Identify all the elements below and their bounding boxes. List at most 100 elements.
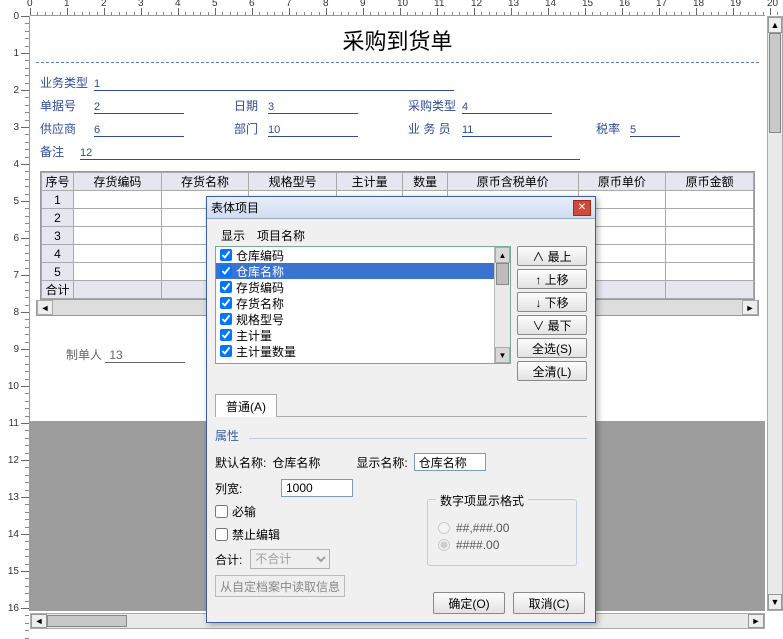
move-up-button[interactable]: ↑ 上移	[517, 269, 587, 289]
item-checkbox[interactable]	[220, 265, 232, 277]
grid-cell[interactable]	[666, 245, 754, 263]
scroll-thumb-v[interactable]	[769, 33, 781, 133]
radio-format-1	[438, 522, 450, 534]
label-biz-type: 业务类型	[40, 74, 94, 91]
grid-cell[interactable]	[74, 209, 162, 227]
field-supplier[interactable]: 6	[94, 124, 184, 137]
close-icon[interactable]: ✕	[573, 200, 591, 216]
item-checkbox[interactable]	[220, 297, 232, 309]
scroll-right-icon[interactable]: ►	[742, 300, 758, 315]
dialog-titlebar[interactable]: 表体项目 ✕	[207, 197, 595, 219]
label-format-1: ##,###.00	[456, 521, 509, 535]
grid-row-header[interactable]: 3	[42, 227, 74, 245]
move-top-button[interactable]: ∧ 最上	[517, 246, 587, 266]
field-remark[interactable]: 12	[80, 147, 580, 160]
item-checkbox[interactable]	[220, 281, 232, 293]
grid-row-header[interactable]: 5	[42, 263, 74, 281]
grid-col-header[interactable]: 原币含税单价	[447, 173, 578, 191]
grid-col-header[interactable]: 规格型号	[249, 173, 337, 191]
columns-listbox[interactable]: 仓库编码仓库名称存货编码存货名称规格型号主计量主计量数量 ▲ ▼	[215, 246, 511, 364]
grid-cell[interactable]	[666, 227, 754, 245]
item-label: 规格型号	[236, 311, 284, 328]
number-format-group: 数字项显示格式 ##,###.00 ####.00	[427, 499, 577, 566]
grid-col-header[interactable]: 序号	[42, 173, 74, 191]
grid-cell[interactable]	[74, 191, 162, 209]
scroll-thumb[interactable]	[496, 263, 509, 285]
grid-cell[interactable]	[666, 209, 754, 227]
checkbox-required[interactable]	[215, 505, 228, 518]
item-label: 仓库编码	[236, 247, 284, 264]
list-item[interactable]: 规格型号	[216, 311, 510, 327]
list-item[interactable]: 主计量	[216, 327, 510, 343]
field-biz-type[interactable]: 1	[94, 78, 454, 91]
checkbox-readonly[interactable]	[215, 528, 228, 541]
move-down-button[interactable]: ↓ 下移	[517, 292, 587, 312]
move-bottom-button[interactable]: ∨ 最下	[517, 315, 587, 335]
item-checkbox[interactable]	[220, 313, 232, 325]
listbox-scrollbar[interactable]: ▲ ▼	[494, 247, 510, 363]
scroll-down-icon[interactable]: ▼	[768, 594, 782, 610]
field-doc-no[interactable]: 2	[94, 101, 184, 114]
item-label: 存货名称	[236, 295, 284, 312]
grid-col-header[interactable]: 数量	[403, 173, 448, 191]
input-width[interactable]	[281, 479, 353, 497]
scroll-left-icon[interactable]: ◄	[37, 300, 53, 315]
input-display-name[interactable]	[414, 453, 486, 471]
field-clerk[interactable]: 11	[462, 124, 552, 137]
grid-cell[interactable]	[666, 191, 754, 209]
label-required: 必输	[232, 503, 256, 520]
grid-cell[interactable]	[74, 263, 162, 281]
field-purchase-type[interactable]: 4	[462, 101, 552, 114]
grid-sum-cell	[74, 281, 162, 299]
field-dept[interactable]: 10	[268, 124, 358, 137]
scroll-right-icon[interactable]: ►	[748, 614, 764, 628]
canvas-scrollbar-v[interactable]: ▲ ▼	[767, 16, 783, 611]
grid-col-header[interactable]: 原币单价	[578, 173, 666, 191]
grid-sum-label: 合计	[42, 281, 74, 299]
tab-general[interactable]: 普通(A)	[215, 394, 277, 417]
item-checkbox[interactable]	[220, 345, 232, 357]
label-doc-no: 单据号	[40, 97, 94, 114]
select-none-button[interactable]: 全清(L)	[517, 361, 587, 381]
label-display-name: 显示名称:	[356, 454, 407, 471]
scroll-thumb-h[interactable]	[47, 615, 127, 627]
grid-row-header[interactable]: 4	[42, 245, 74, 263]
grid-cell[interactable]	[74, 227, 162, 245]
grid-row-header[interactable]: 2	[42, 209, 74, 227]
list-item[interactable]: 存货名称	[216, 295, 510, 311]
grid-col-header[interactable]: 存货名称	[161, 173, 249, 191]
label-supplier: 供应商	[40, 120, 94, 137]
ok-button[interactable]: 确定(O)	[433, 592, 505, 614]
scroll-up-icon[interactable]: ▲	[495, 247, 510, 263]
scroll-left-icon[interactable]: ◄	[31, 614, 47, 628]
scroll-down-icon[interactable]: ▼	[495, 347, 510, 363]
select-all-button[interactable]: 全选(S)	[517, 338, 587, 358]
field-tax-rate[interactable]: 5	[630, 124, 680, 137]
grid-col-header[interactable]: 存货编码	[74, 173, 162, 191]
label-sum: 合计:	[215, 551, 242, 568]
field-maker[interactable]: 13	[105, 348, 185, 363]
scroll-up-icon[interactable]: ▲	[768, 17, 782, 33]
grid-col-header[interactable]: 主计量	[337, 173, 403, 191]
field-date[interactable]: 3	[268, 101, 358, 114]
list-header-name: 项目名称	[257, 227, 305, 244]
label-readonly: 禁止编辑	[232, 526, 280, 543]
grid-row-header[interactable]: 1	[42, 191, 74, 209]
label-maker: 制单人	[66, 348, 102, 362]
value-default-name: 仓库名称	[272, 454, 320, 471]
label-purchase-type: 采购类型	[408, 97, 462, 114]
read-archive-button: 从自定档案中读取信息	[215, 575, 345, 597]
item-checkbox[interactable]	[220, 329, 232, 341]
list-item[interactable]: 存货编码	[216, 279, 510, 295]
item-checkbox[interactable]	[220, 249, 232, 261]
label-clerk: 业 务 员	[408, 120, 462, 137]
label-format-2: ####.00	[456, 538, 499, 552]
select-sum: 不合计	[250, 549, 330, 569]
list-item[interactable]: 主计量数量	[216, 343, 510, 359]
list-item[interactable]: 仓库编码	[216, 247, 510, 263]
grid-cell[interactable]	[666, 263, 754, 281]
list-item[interactable]: 仓库名称	[216, 263, 510, 279]
grid-cell[interactable]	[74, 245, 162, 263]
cancel-button[interactable]: 取消(C)	[513, 592, 585, 614]
grid-col-header[interactable]: 原币金额	[666, 173, 754, 191]
